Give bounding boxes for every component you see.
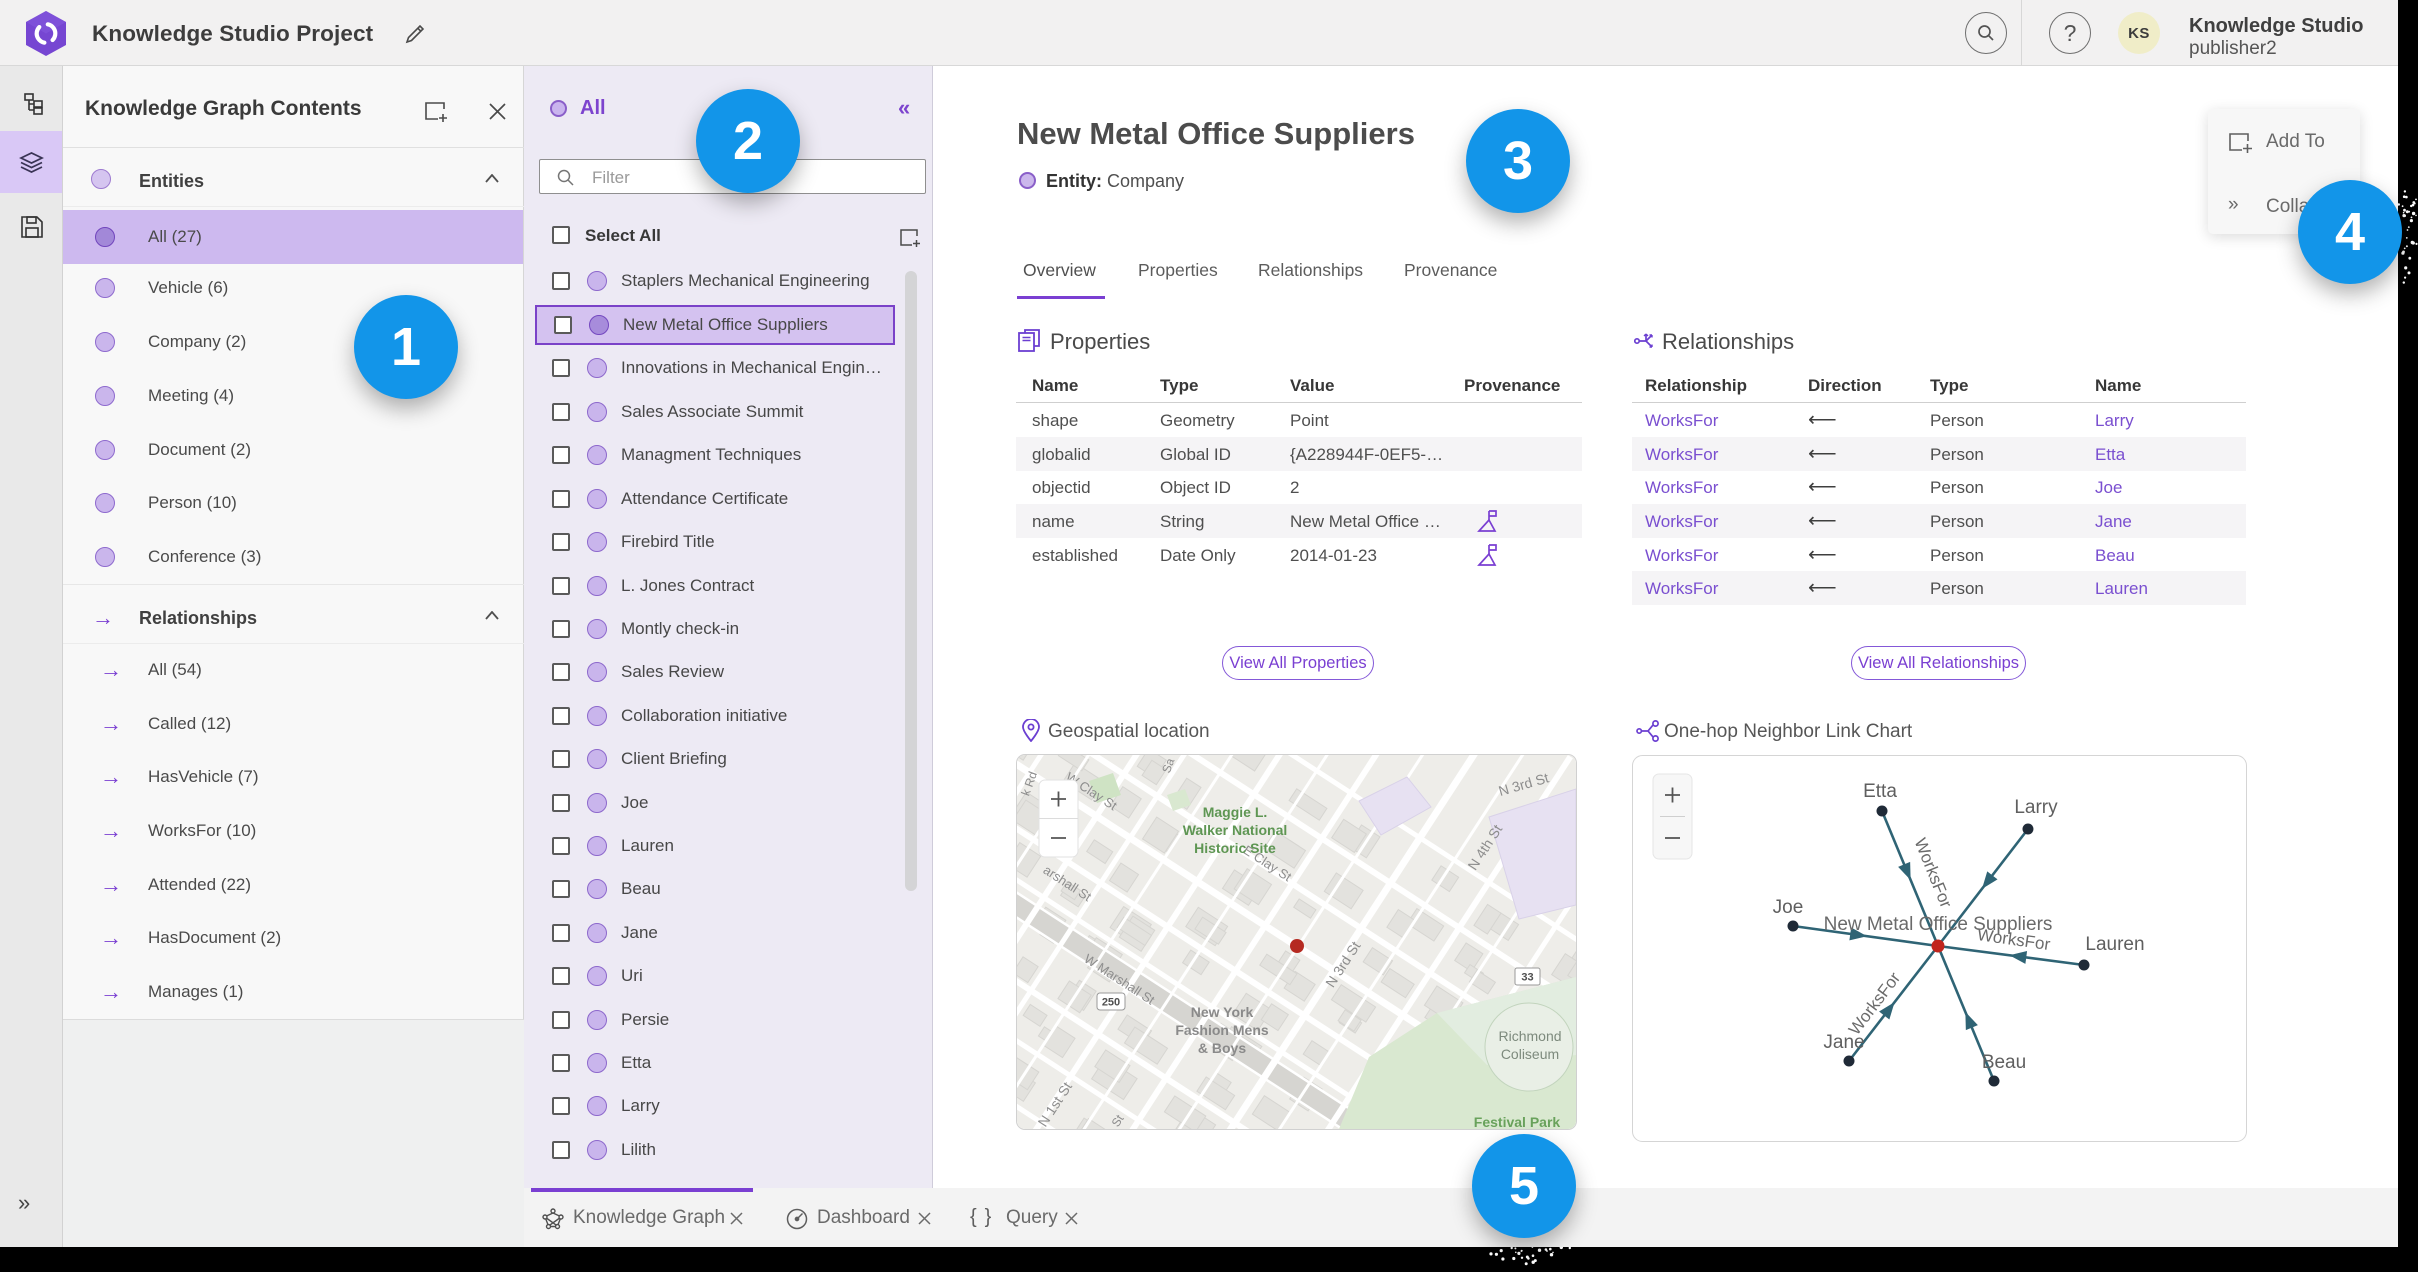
svg-text:Fashion Mens: Fashion Mens — [1175, 1022, 1269, 1038]
svg-text:Larry: Larry — [2014, 797, 2058, 818]
svg-text:Maggie L.: Maggie L. — [1203, 804, 1268, 820]
svg-text:Joe: Joe — [1773, 897, 1804, 918]
svg-text:Etta: Etta — [1863, 781, 1897, 802]
svg-text:Richmond: Richmond — [1498, 1028, 1561, 1044]
svg-text:Historic Site: Historic Site — [1194, 840, 1276, 856]
svg-text:Beau: Beau — [1982, 1052, 2026, 1073]
svg-text:New York: New York — [1191, 1004, 1254, 1020]
svg-text:Walker National: Walker National — [1183, 822, 1288, 838]
svg-text:Festival Park: Festival Park — [1474, 1114, 1561, 1129]
svg-text:& Boys: & Boys — [1198, 1040, 1246, 1056]
svg-text:250: 250 — [1102, 997, 1120, 1009]
svg-text:33: 33 — [1521, 972, 1533, 984]
svg-text:Coliseum: Coliseum — [1501, 1046, 1559, 1062]
svg-text:Lauren: Lauren — [2085, 934, 2144, 955]
